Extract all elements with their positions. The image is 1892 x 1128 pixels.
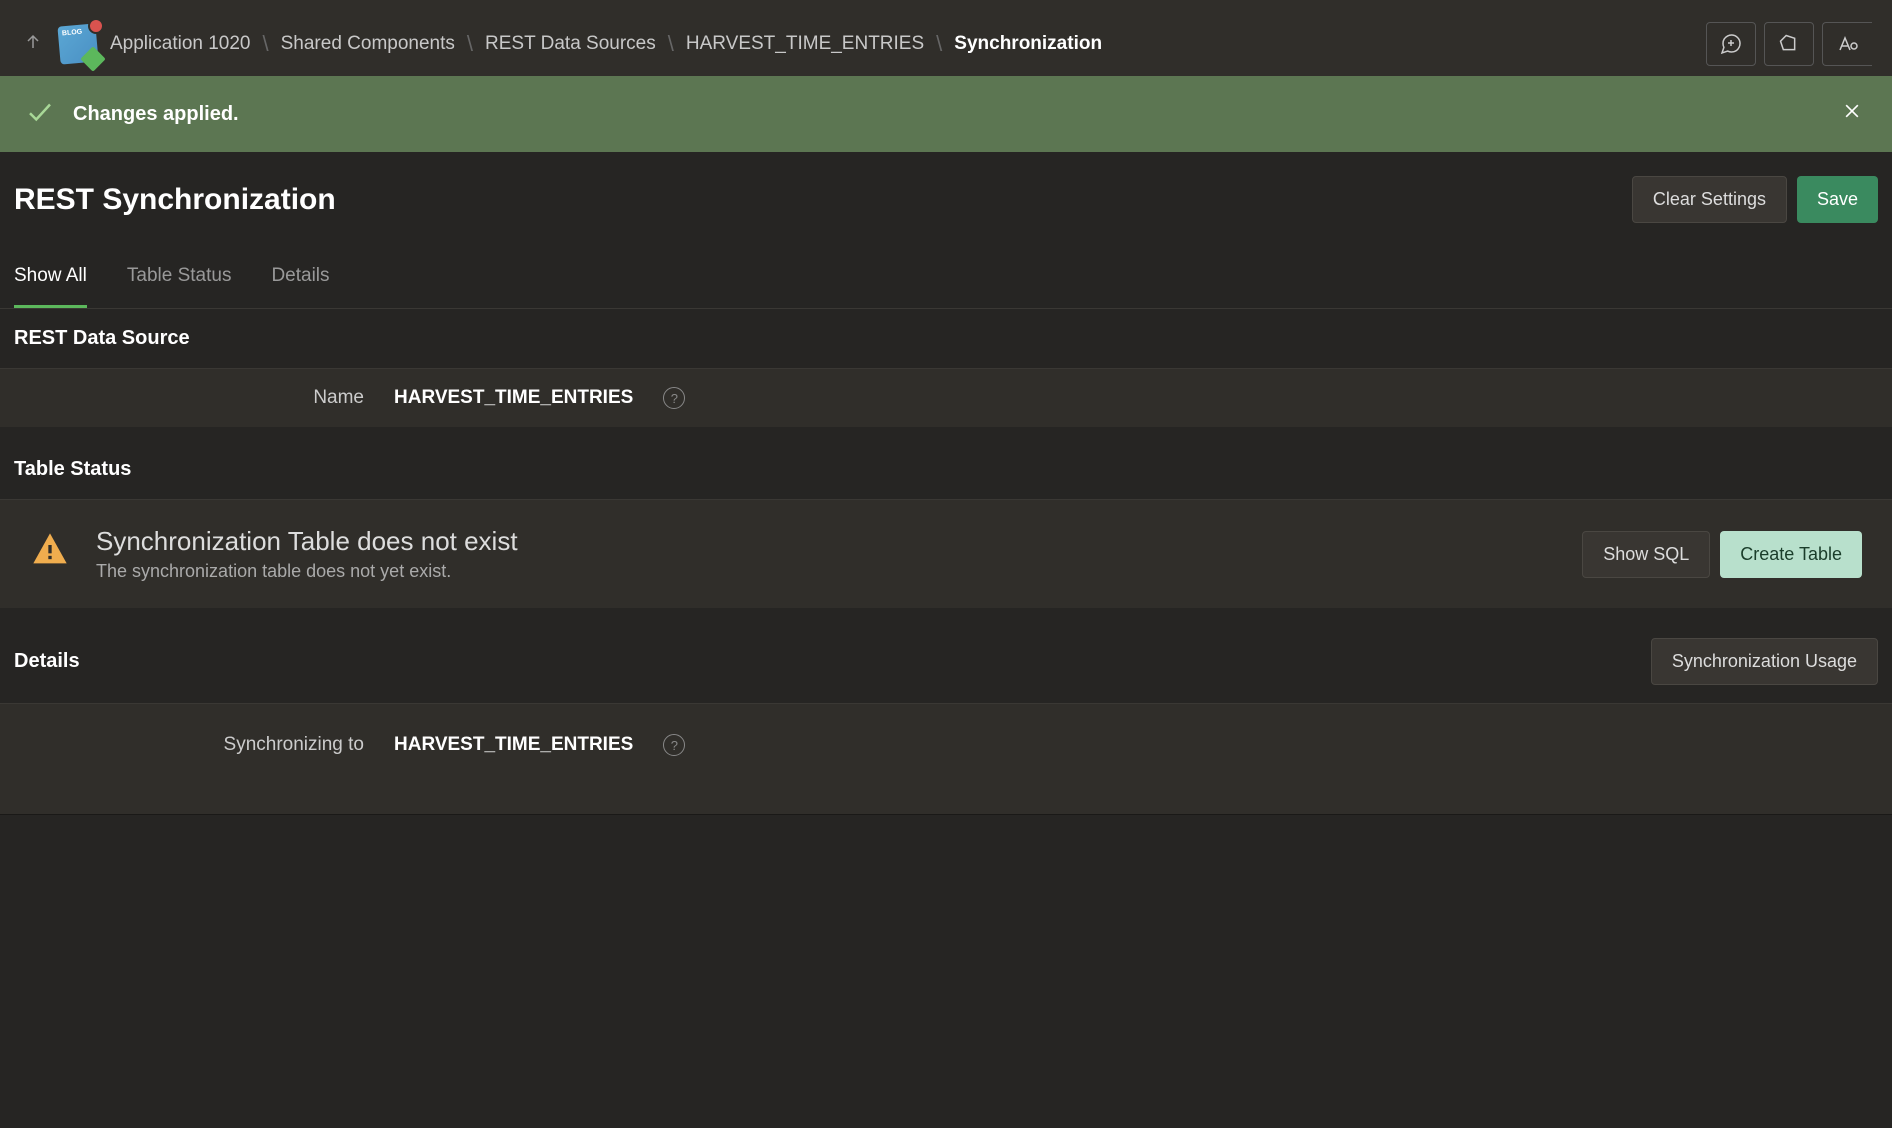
close-icon[interactable] bbox=[1837, 96, 1867, 132]
breadcrumb-bar: BLOG Application 1020 \ Shared Component… bbox=[0, 12, 1892, 76]
notification-message: Changes applied. bbox=[73, 103, 239, 126]
section-table-status: Table Status bbox=[0, 440, 1892, 500]
section-details: Details Synchronization Usage bbox=[0, 620, 1892, 704]
section-title: Details bbox=[14, 650, 80, 673]
breadcrumb: Application 1020 \ Shared Components \ R… bbox=[110, 31, 1102, 57]
sync-usage-button[interactable]: Synchronization Usage bbox=[1651, 638, 1878, 685]
field-name-value: HARVEST_TIME_ENTRIES bbox=[394, 387, 633, 409]
up-arrow-icon[interactable] bbox=[20, 29, 46, 60]
breadcrumb-app[interactable]: Application 1020 bbox=[110, 33, 251, 55]
tab-details[interactable]: Details bbox=[271, 247, 329, 308]
page-title: REST Synchronization bbox=[14, 183, 336, 217]
breadcrumb-current: Synchronization bbox=[954, 33, 1102, 55]
tabs: Show All Table Status Details bbox=[0, 247, 1892, 309]
help-icon[interactable]: ? bbox=[663, 387, 685, 409]
section-rest-data-source: REST Data Source bbox=[0, 309, 1892, 369]
check-icon bbox=[25, 97, 55, 132]
breadcrumb-rest[interactable]: REST Data Sources bbox=[485, 33, 656, 55]
warning-subtitle: The synchronization table does not yet e… bbox=[96, 561, 1556, 582]
field-sync-to-value: HARVEST_TIME_ENTRIES bbox=[394, 734, 633, 756]
tag-icon-button[interactable] bbox=[1764, 22, 1814, 66]
field-name-label: Name bbox=[14, 387, 364, 409]
help-icon[interactable]: ? bbox=[663, 734, 685, 756]
app-icon[interactable]: BLOG bbox=[56, 22, 100, 66]
tab-table-status[interactable]: Table Status bbox=[127, 247, 232, 308]
warning-icon bbox=[30, 530, 70, 579]
separator-icon: \ bbox=[668, 31, 674, 57]
field-sync-to-label: Synchronizing to bbox=[14, 734, 364, 756]
warning-box: Synchronization Table does not exist The… bbox=[0, 500, 1892, 608]
show-sql-button[interactable]: Show SQL bbox=[1582, 531, 1710, 578]
create-table-button[interactable]: Create Table bbox=[1720, 531, 1862, 578]
separator-icon: \ bbox=[467, 31, 473, 57]
breadcrumb-entry[interactable]: HARVEST_TIME_ENTRIES bbox=[686, 33, 924, 55]
tab-show-all[interactable]: Show All bbox=[14, 247, 87, 308]
field-sync-to-row: Synchronizing to HARVEST_TIME_ENTRIES ? bbox=[0, 704, 1892, 774]
separator-icon: \ bbox=[263, 31, 269, 57]
separator-icon: \ bbox=[936, 31, 942, 57]
save-button[interactable]: Save bbox=[1797, 176, 1878, 223]
field-name-row: Name HARVEST_TIME_ENTRIES ? bbox=[0, 369, 1892, 428]
section-title: Table Status bbox=[14, 458, 131, 481]
clear-settings-button[interactable]: Clear Settings bbox=[1632, 176, 1787, 223]
chat-icon-button[interactable] bbox=[1706, 22, 1756, 66]
warning-title: Synchronization Table does not exist bbox=[96, 526, 1556, 557]
section-title: REST Data Source bbox=[14, 327, 190, 350]
notification-bar: Changes applied. bbox=[0, 76, 1892, 152]
breadcrumb-shared[interactable]: Shared Components bbox=[281, 33, 455, 55]
font-icon-button[interactable] bbox=[1822, 22, 1872, 66]
page-header: REST Synchronization Clear Settings Save bbox=[0, 152, 1892, 247]
